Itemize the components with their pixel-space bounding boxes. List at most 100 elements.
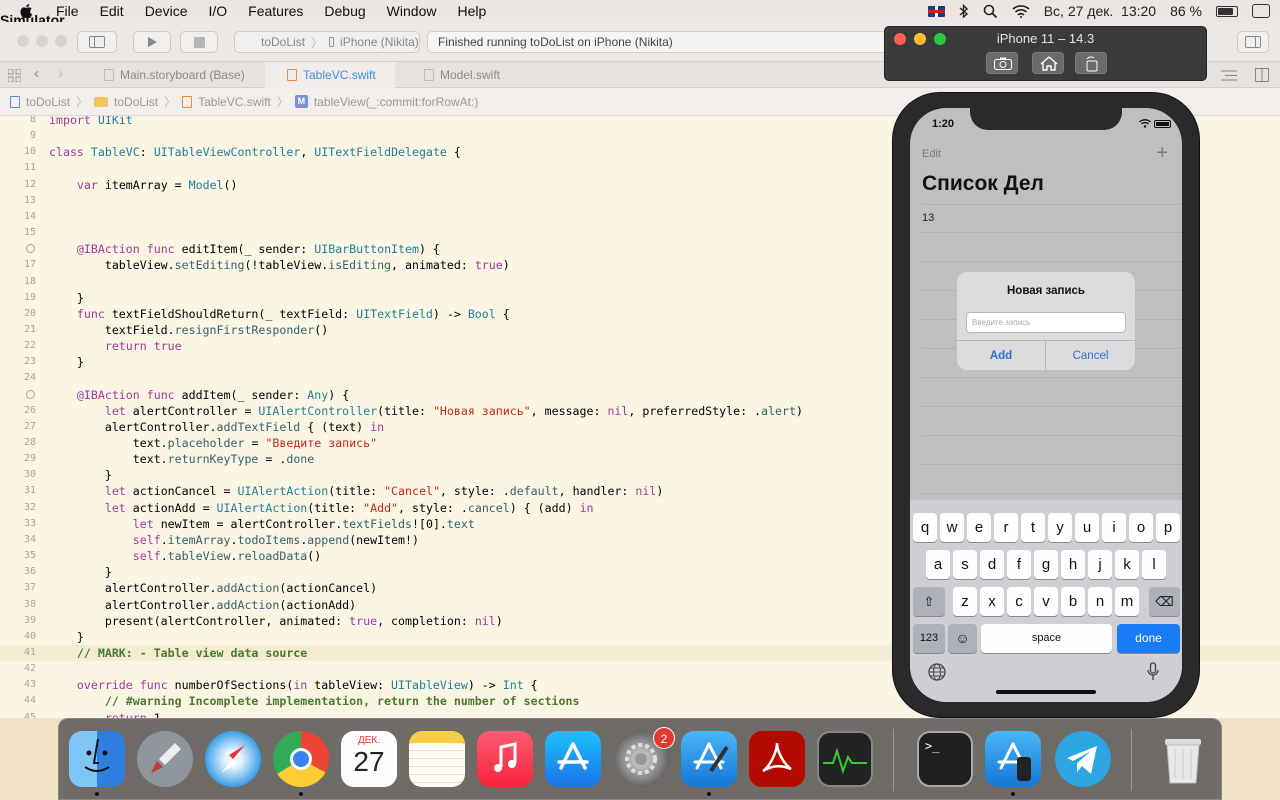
run-button[interactable] [133, 31, 171, 53]
outlet-connection-circle[interactable] [26, 244, 35, 254]
key-g[interactable]: g [1034, 550, 1058, 579]
key-done[interactable]: done [1117, 624, 1180, 653]
key-j[interactable]: j [1088, 550, 1112, 579]
key-w[interactable]: w [940, 513, 964, 542]
outlet-connection-circle[interactable] [26, 389, 35, 399]
key-s[interactable]: s [953, 550, 977, 579]
battery-percent[interactable]: 86 % [1170, 3, 1202, 19]
stop-button[interactable] [180, 31, 218, 53]
notes-icon[interactable] [409, 731, 465, 787]
jump-file[interactable]: TableVC.swift [198, 95, 271, 109]
activity-monitor-icon[interactable] [817, 731, 873, 787]
key-l[interactable]: l [1142, 550, 1166, 579]
editor-options-icon[interactable] [1221, 70, 1237, 81]
globe-icon[interactable] [928, 663, 946, 681]
key-space[interactable]: space [981, 624, 1112, 653]
grid-icon[interactable] [8, 69, 21, 82]
input-source-flag-icon[interactable] [927, 5, 945, 17]
key-delete[interactable]: ⌫ [1149, 587, 1180, 616]
key-q[interactable]: q [913, 513, 937, 542]
key-i[interactable]: i [1102, 513, 1126, 542]
safari-icon[interactable] [205, 731, 261, 787]
menu-features[interactable]: Features [248, 3, 303, 19]
bluetooth-icon[interactable] [959, 3, 969, 19]
menu-edit[interactable]: Edit [100, 3, 124, 19]
alert-add-button[interactable]: Add [957, 340, 1046, 370]
key-o[interactable]: o [1129, 513, 1153, 542]
navigator-toggle-button[interactable] [77, 31, 117, 53]
add-editor-icon[interactable] [1255, 68, 1269, 82]
screenshot-button[interactable] [986, 52, 1018, 74]
terminal-icon[interactable]: >_ [917, 731, 973, 787]
jump-folder[interactable]: toDoList [114, 95, 158, 109]
forward-chevron-icon[interactable]: › [58, 65, 63, 82]
sidebar-icon [89, 36, 105, 48]
menu-help[interactable]: Help [457, 3, 486, 19]
key-shift[interactable]: ⇧ [913, 587, 945, 616]
key-b[interactable]: b [1061, 587, 1085, 616]
key-u[interactable]: u [1075, 513, 1099, 542]
tab-model-swift[interactable]: Model.swift [424, 62, 544, 88]
key-t[interactable]: t [1021, 513, 1045, 542]
line-number: 24 [23, 372, 36, 384]
key-c[interactable]: c [1007, 587, 1031, 616]
chrome-icon[interactable] [273, 731, 329, 787]
scheme-selector[interactable]: toDoList 〉 iPhone (Nikita) [234, 31, 420, 53]
calendar-icon[interactable]: ДЕК. 27 [341, 731, 397, 787]
nav-edit-button[interactable]: Edit [922, 148, 941, 160]
menu-device[interactable]: Device [145, 3, 188, 19]
alert-cancel-button[interactable]: Cancel [1046, 340, 1135, 370]
inspector-toggle-button[interactable] [1237, 31, 1269, 53]
key-v[interactable]: v [1034, 587, 1058, 616]
key-m[interactable]: m [1115, 587, 1139, 616]
code-text: let alertController = UIAlertController(… [104, 403, 803, 418]
rotate-button[interactable] [1075, 52, 1107, 74]
music-icon[interactable] [477, 731, 533, 787]
alert-text-field[interactable]: Введите запись [966, 312, 1126, 333]
key-e[interactable]: e [967, 513, 991, 542]
control-center-icon[interactable] [1252, 4, 1270, 18]
tab-main-storyboard[interactable]: Main.storyboard (Base) [104, 62, 264, 88]
spotlight-search-icon[interactable] [983, 4, 998, 19]
menu-io[interactable]: I/O [208, 3, 227, 19]
window-minimize-button[interactable] [36, 35, 48, 47]
finder-icon[interactable] [69, 731, 125, 787]
acrobat-icon[interactable] [749, 731, 805, 787]
key-z[interactable]: z [953, 587, 977, 616]
key-f[interactable]: f [1007, 550, 1031, 579]
table-row[interactable]: 13 [922, 204, 1182, 233]
telegram-icon[interactable] [1055, 731, 1111, 787]
menu-window[interactable]: Window [387, 3, 437, 19]
jump-method[interactable]: tableView(_:commit:forRowAt:) [314, 95, 479, 109]
key-d[interactable]: d [980, 550, 1004, 579]
key-x[interactable]: x [980, 587, 1004, 616]
microphone-icon[interactable] [1147, 662, 1159, 681]
key-y[interactable]: y [1048, 513, 1072, 542]
app-store-icon[interactable] [545, 731, 601, 787]
window-zoom-button[interactable] [55, 35, 67, 47]
nav-add-button[interactable]: + [1156, 142, 1168, 165]
xcode-icon[interactable] [681, 731, 737, 787]
key-p[interactable]: p [1156, 513, 1180, 542]
home-button[interactable] [1032, 52, 1064, 74]
key-r[interactable]: r [994, 513, 1018, 542]
trash-icon[interactable] [1155, 731, 1211, 787]
scheme-device[interactable]: iPhone (Nikita) [340, 35, 419, 49]
key-n[interactable]: n [1088, 587, 1112, 616]
key-h[interactable]: h [1061, 550, 1085, 579]
battery-icon[interactable] [1216, 5, 1238, 17]
wifi-icon[interactable] [1012, 4, 1030, 18]
launchpad-icon[interactable] [137, 731, 193, 787]
menu-debug[interactable]: Debug [324, 3, 365, 19]
iphone-screen[interactable]: 1:20 Edit + Список Дел 13 Новая запись В… [910, 108, 1182, 702]
window-close-button[interactable] [17, 35, 29, 47]
key-k[interactable]: k [1115, 550, 1139, 579]
clock-datetime[interactable]: Вс, 27 дек. 13:20 [1044, 3, 1156, 19]
jump-project[interactable]: toDoList [26, 95, 70, 109]
tab-tablevc-swift[interactable]: TableVC.swift [265, 62, 395, 88]
back-chevron-icon[interactable]: ‹ [34, 65, 39, 82]
key-a[interactable]: a [926, 550, 950, 579]
key-numbers[interactable]: 123 [913, 624, 945, 653]
simulator-icon[interactable] [985, 731, 1041, 787]
key-emoji[interactable]: ☺ [948, 624, 977, 653]
